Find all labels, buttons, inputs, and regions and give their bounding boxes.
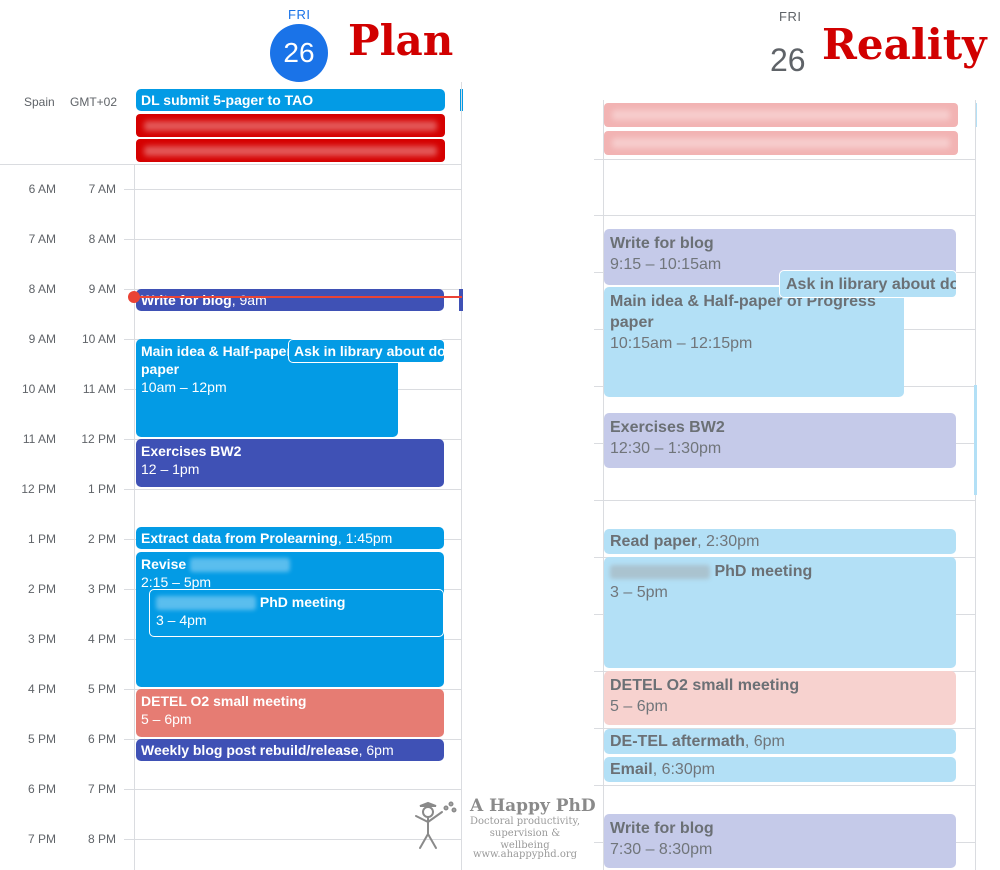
hour-gridline xyxy=(124,239,462,240)
reality-heading: Reality xyxy=(822,20,987,69)
blurred-all-day-event[interactable] xyxy=(136,114,445,137)
time-label-primary: 7 PM xyxy=(27,832,56,846)
time-label-secondary: 7 PM xyxy=(87,782,116,796)
blurred-all-day-event[interactable] xyxy=(604,131,958,155)
time-label-primary: 11 AM xyxy=(22,432,56,446)
time-label-primary: 12 PM xyxy=(21,482,56,496)
next-day-event-edge xyxy=(974,385,977,495)
time-label-secondary: 2 PM xyxy=(87,532,116,546)
time-label-secondary: 3 PM xyxy=(87,582,116,596)
timezone-primary: Spain xyxy=(24,95,55,109)
time-label-secondary: 8 PM xyxy=(87,832,116,846)
event-detel-meeting[interactable]: DETEL O2 small meeting 5 – 6pm xyxy=(604,671,956,725)
hour-gridline xyxy=(594,500,976,501)
event-main-idea[interactable]: Main idea & Half-paper of Progress paper… xyxy=(604,287,904,397)
plan-today-date[interactable]: 26 xyxy=(270,24,328,82)
time-label-secondary: 7 AM xyxy=(88,182,116,196)
event-weekly-blog[interactable]: Weekly blog post rebuild/release, 6pm xyxy=(136,739,444,761)
event-detel-meeting[interactable]: DETEL O2 small meeting 5 – 6pm xyxy=(136,689,444,737)
hour-gridline xyxy=(124,189,462,190)
time-label-primary: 2 PM xyxy=(27,582,56,596)
current-time-dot xyxy=(128,291,140,303)
watermark-title: A Happy PhD xyxy=(470,796,596,816)
next-day-event-edge xyxy=(459,289,463,311)
event-extract-data[interactable]: Extract data from Prolearning, 1:45pm xyxy=(136,527,444,549)
event-ask-library[interactable]: Ask in library about document delivery xyxy=(779,270,957,298)
plan-heading: Plan xyxy=(348,16,454,65)
day-column-left-border xyxy=(134,164,135,870)
watermark-url: www.ahappyphd.org xyxy=(472,849,578,860)
event-email[interactable]: Email, 6:30pm xyxy=(604,757,956,782)
stick-figure-logo-icon xyxy=(415,801,457,849)
reality-date[interactable]: 26 xyxy=(770,42,806,79)
blurred-all-day-event[interactable] xyxy=(136,139,445,162)
time-label-secondary: 5 PM xyxy=(87,682,116,696)
time-label-primary: 7 AM xyxy=(28,232,56,246)
event-detel-aftermath[interactable]: DE-TEL aftermath, 6pm xyxy=(604,729,956,754)
event-read-paper[interactable]: Read paper, 2:30pm xyxy=(604,529,956,554)
time-label-secondary: 6 PM xyxy=(87,732,116,746)
time-label-secondary: 10 AM xyxy=(81,332,116,346)
event-exercises[interactable]: Exercises BW2 12 – 1pm xyxy=(136,439,444,487)
time-label-primary: 10 AM xyxy=(21,382,56,396)
event-write-blog-evening[interactable]: Write for blog 7:30 – 8:30pm xyxy=(604,814,956,868)
hour-gridline xyxy=(594,785,976,786)
time-label-primary: 8 AM xyxy=(28,282,56,296)
time-label-secondary: 8 AM xyxy=(88,232,116,246)
time-label-primary: 5 PM xyxy=(27,732,56,746)
timezone-secondary: GMT+02 xyxy=(70,95,118,109)
day-column-right-border xyxy=(461,82,462,870)
time-label-primary: 9 AM xyxy=(28,332,56,346)
hour-gridline xyxy=(124,789,462,790)
time-label-primary: 6 AM xyxy=(28,182,56,196)
event-phd-meeting[interactable]: PhD meeting 3 – 4pm xyxy=(149,589,444,637)
reality-day-of-week: FRI xyxy=(779,9,802,24)
all-day-divider xyxy=(594,159,976,160)
event-write-blog[interactable]: Write for blog, 9am xyxy=(136,289,444,311)
blurred-all-day-event[interactable] xyxy=(604,103,958,127)
blurred-text xyxy=(610,564,710,579)
all-day-divider xyxy=(0,164,462,165)
time-label-primary: 4 PM xyxy=(27,682,56,696)
blurred-text xyxy=(156,596,256,611)
time-label-secondary: 12 PM xyxy=(81,432,116,446)
current-time-line xyxy=(134,296,462,298)
time-label-primary: 1 PM xyxy=(27,532,56,546)
watermark-tagline: Doctoral productivity, supervision & wel… xyxy=(469,816,581,851)
event-phd-meeting[interactable]: PhD meeting 3 – 5pm xyxy=(604,557,956,668)
blurred-text xyxy=(190,558,291,573)
time-label-secondary: 4 PM xyxy=(87,632,116,646)
time-label-secondary: 9 AM xyxy=(88,282,116,296)
hour-gridline xyxy=(594,215,976,216)
time-label-primary: 6 PM xyxy=(27,782,56,796)
time-label-secondary: 11 AM xyxy=(82,382,116,396)
plan-day-of-week: FRI xyxy=(288,7,311,22)
hour-gridline xyxy=(124,489,462,490)
event-exercises[interactable]: Exercises BW2 12:30 – 1:30pm xyxy=(604,413,956,468)
time-label-secondary: 1 PM xyxy=(87,482,116,496)
all-day-event[interactable]: DL submit 5-pager to TAO xyxy=(136,89,445,111)
event-ask-library[interactable]: Ask in library about document delivery xyxy=(288,339,445,363)
time-label-primary: 3 PM xyxy=(27,632,56,646)
